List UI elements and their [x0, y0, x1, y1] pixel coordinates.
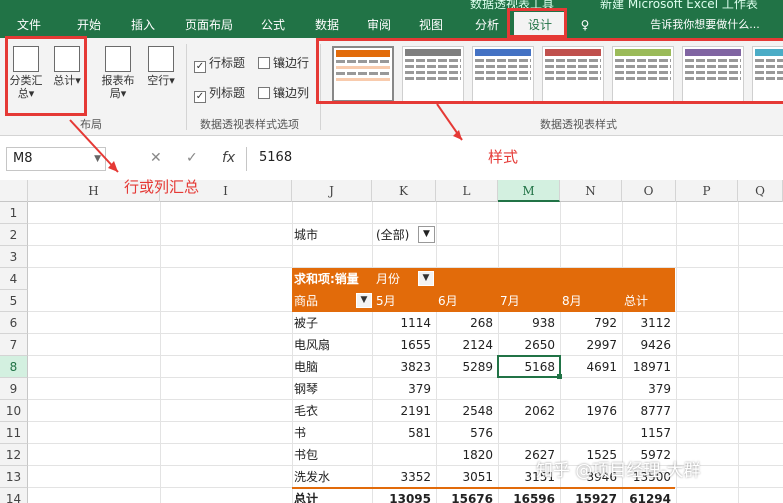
annotation-arrows — [69, 103, 463, 173]
annotation-style: 样式 — [488, 148, 519, 166]
watermark: 知乎 @项目经理-大群 — [536, 461, 701, 481]
excel-window: 数据透视表工具 新建 Microsoft Excel 工作表 文件 开始 插入 … — [0, 0, 783, 503]
annotation-row-col-total: 行或列汇总 — [124, 178, 200, 196]
